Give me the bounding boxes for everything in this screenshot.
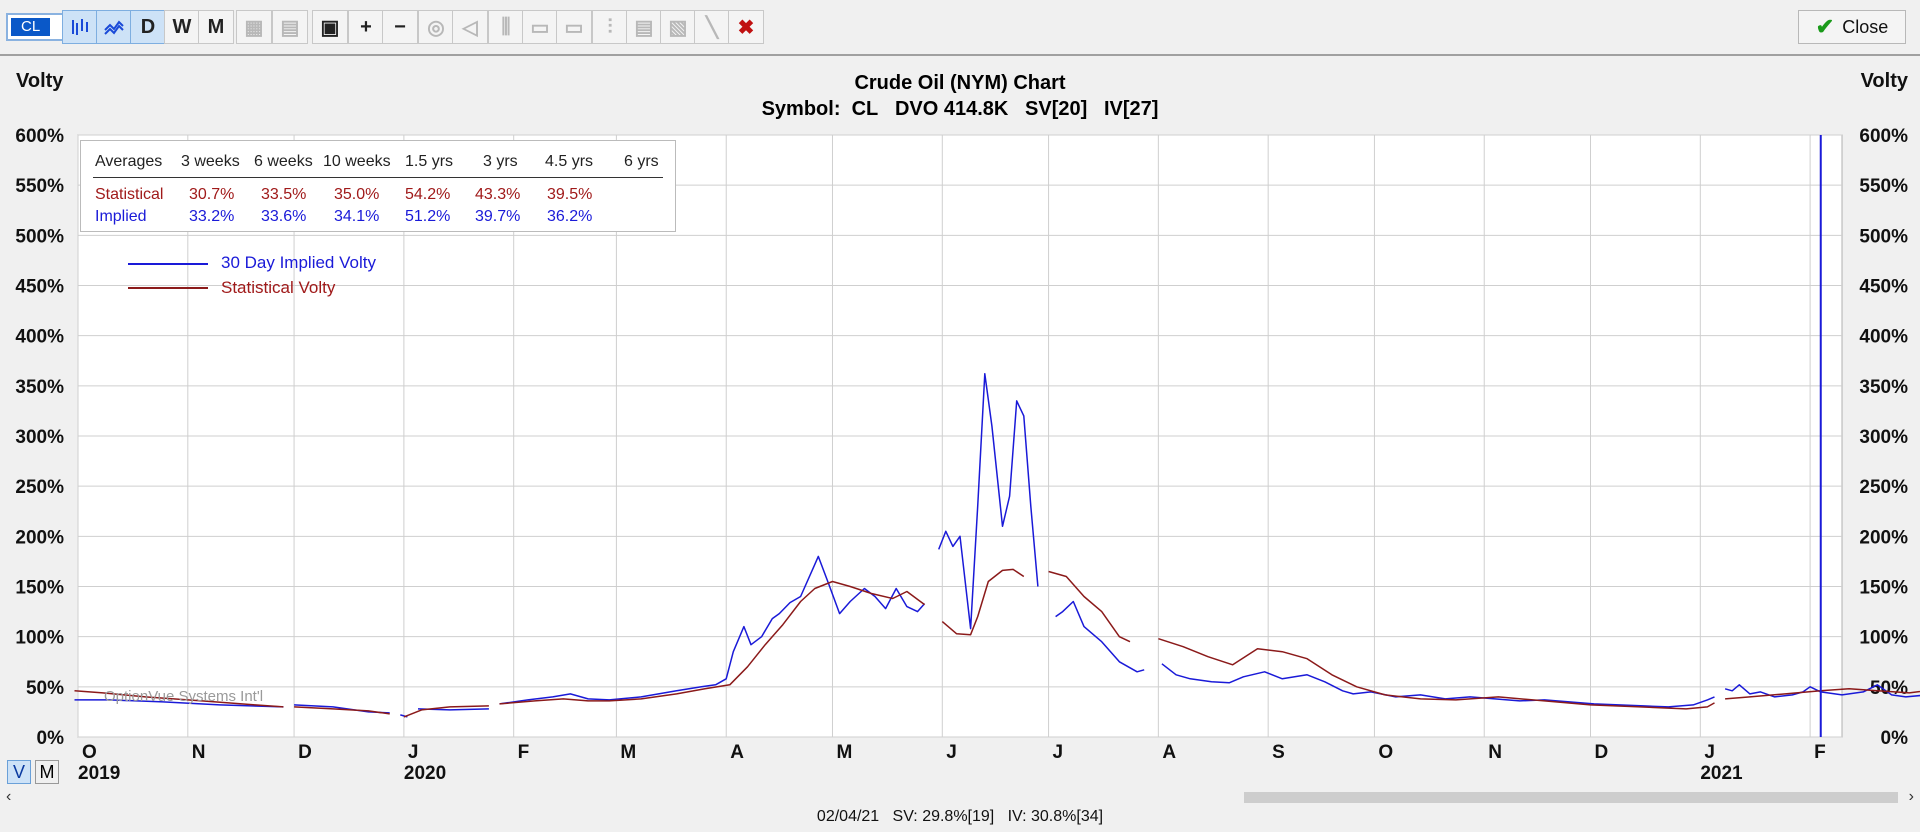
x-tick-label: D	[298, 742, 312, 763]
watermark: OptionVue Systems Int'l	[104, 688, 264, 705]
y-tick-label-left: 150%	[15, 578, 64, 599]
averages-implied-row: Implied 33.2% 33.6% 34.1% 51.2% 39.7% 36…	[81, 208, 677, 228]
y-tick-label-right: 550%	[1859, 176, 1908, 197]
averages-cell: 54.2%	[405, 186, 451, 203]
y-tick-label-right: 150%	[1859, 578, 1908, 599]
x-tick-label: J	[1704, 742, 1715, 763]
x-tick-label: N	[1488, 742, 1502, 763]
averages-header-cell: 3 weeks	[181, 153, 240, 170]
averages-cell: 33.5%	[261, 186, 307, 203]
x-tick-label: D	[1595, 742, 1609, 763]
legend-implied-swatch	[128, 263, 208, 265]
x-tick-label: A	[1162, 742, 1176, 763]
averages-cell: 33.2%	[189, 208, 235, 225]
y-tick-label-right: 500%	[1859, 226, 1908, 247]
y-tick-label-right: 200%	[1859, 527, 1908, 548]
y-tick-label-left: 300%	[15, 427, 64, 448]
y-tick-label-left: 50%	[26, 678, 64, 699]
y-tick-label-right: 600%	[1859, 126, 1908, 147]
x-tick-label: F	[518, 742, 530, 763]
y-tick-label-right: 350%	[1859, 377, 1908, 398]
x-tick-label: J	[408, 742, 419, 763]
y-tick-label-left: 250%	[15, 477, 64, 498]
averages-divider	[93, 177, 663, 178]
averages-cell: 33.6%	[261, 208, 307, 225]
scrollbar-thumb[interactable]	[1244, 792, 1898, 803]
x-tick-label: N	[192, 742, 206, 763]
y-tick-label-right: 250%	[1859, 477, 1908, 498]
y-tick-label-right: 400%	[1859, 327, 1908, 348]
x-tick-label: O	[1378, 742, 1393, 763]
scroll-right-icon[interactable]: ›	[1909, 788, 1914, 806]
status-bar: 02/04/21 SV: 29.8%[19] IV: 30.8%[34]	[0, 808, 1920, 832]
y-tick-label-right: 300%	[1859, 427, 1908, 448]
view-mode-m-button[interactable]: M	[35, 760, 59, 784]
x-tick-label: J	[1053, 742, 1064, 763]
averages-cell: 39.7%	[475, 208, 521, 225]
averages-cell: 43.3%	[475, 186, 521, 203]
x-year-label: 2021	[1700, 763, 1743, 784]
x-tick-label: A	[730, 742, 744, 763]
averages-header-cell: 4.5 yrs	[545, 153, 594, 170]
y-tick-label-left: 0%	[37, 728, 65, 749]
status-date: 02/04/21	[816, 808, 880, 825]
x-year-label: 2019	[78, 763, 120, 784]
y-tick-label-right: 0%	[1881, 728, 1909, 749]
averages-cell: 35.0%	[334, 186, 380, 203]
y-tick-label-left: 600%	[15, 126, 64, 147]
x-tick-label: O	[82, 742, 97, 763]
y-tick-label-left: 450%	[15, 277, 64, 298]
averages-statistical-row: Statistical 30.7% 33.5% 35.0% 54.2% 43.3…	[81, 186, 677, 206]
x-tick-label: M	[836, 742, 852, 763]
y-tick-label-left: 400%	[15, 327, 64, 348]
averages-header-cell: 10 weeks	[323, 153, 391, 170]
y-tick-label-right: 450%	[1859, 277, 1908, 298]
scroll-left-icon[interactable]: ‹	[6, 788, 11, 806]
x-tick-label: S	[1272, 742, 1285, 763]
x-tick-label: M	[620, 742, 636, 763]
horizontal-scrollbar[interactable]: ‹ ›	[0, 788, 1920, 806]
y-tick-label-left: 550%	[15, 176, 64, 197]
x-tick-label: J	[946, 742, 957, 763]
averages-cell: 34.1%	[334, 208, 380, 225]
legend-statistical-swatch	[128, 287, 208, 289]
y-tick-label-left: 200%	[15, 527, 64, 548]
averages-cell: 30.7%	[189, 186, 235, 203]
view-mode-v-button[interactable]: V	[7, 760, 31, 784]
legend-implied-label: 30 Day Implied Volty	[221, 253, 376, 272]
y-tick-label-right: 100%	[1859, 628, 1908, 649]
x-tick-label: F	[1814, 742, 1826, 763]
status-sv: SV: 29.8%[19]	[892, 808, 995, 825]
averages-cell: Statistical	[95, 186, 164, 203]
status-iv: IV: 30.8%[34]	[1007, 808, 1104, 825]
legend-statistical-label: Statistical Volty	[221, 278, 336, 297]
averages-header-cell: 6 weeks	[254, 153, 313, 170]
y-tick-label-left: 500%	[15, 226, 64, 247]
averages-header-cell: Averages	[95, 153, 163, 170]
averages-header-cell: 1.5 yrs	[405, 153, 454, 170]
averages-header-cell: 6 yrs	[624, 153, 659, 170]
y-tick-label-left: 100%	[15, 628, 64, 649]
averages-cell: 39.5%	[547, 186, 593, 203]
volatility-chart[interactable]: 0% 0%50% 50%100% 100%150% 150%200% 200%250% 25…	[0, 0, 1920, 832]
averages-cell: Implied	[95, 208, 147, 225]
y-tick-label-left: 350%	[15, 377, 64, 398]
averages-cell: 36.2%	[547, 208, 593, 225]
averages-cell: 51.2%	[405, 208, 451, 225]
averages-header-row: Averages 3 weeks 6 weeks 10 weeks 1.5 yr…	[81, 153, 677, 173]
x-year-label: 2020	[404, 763, 446, 784]
averages-table: Averages 3 weeks 6 weeks 10 weeks 1.5 yr…	[80, 140, 676, 232]
